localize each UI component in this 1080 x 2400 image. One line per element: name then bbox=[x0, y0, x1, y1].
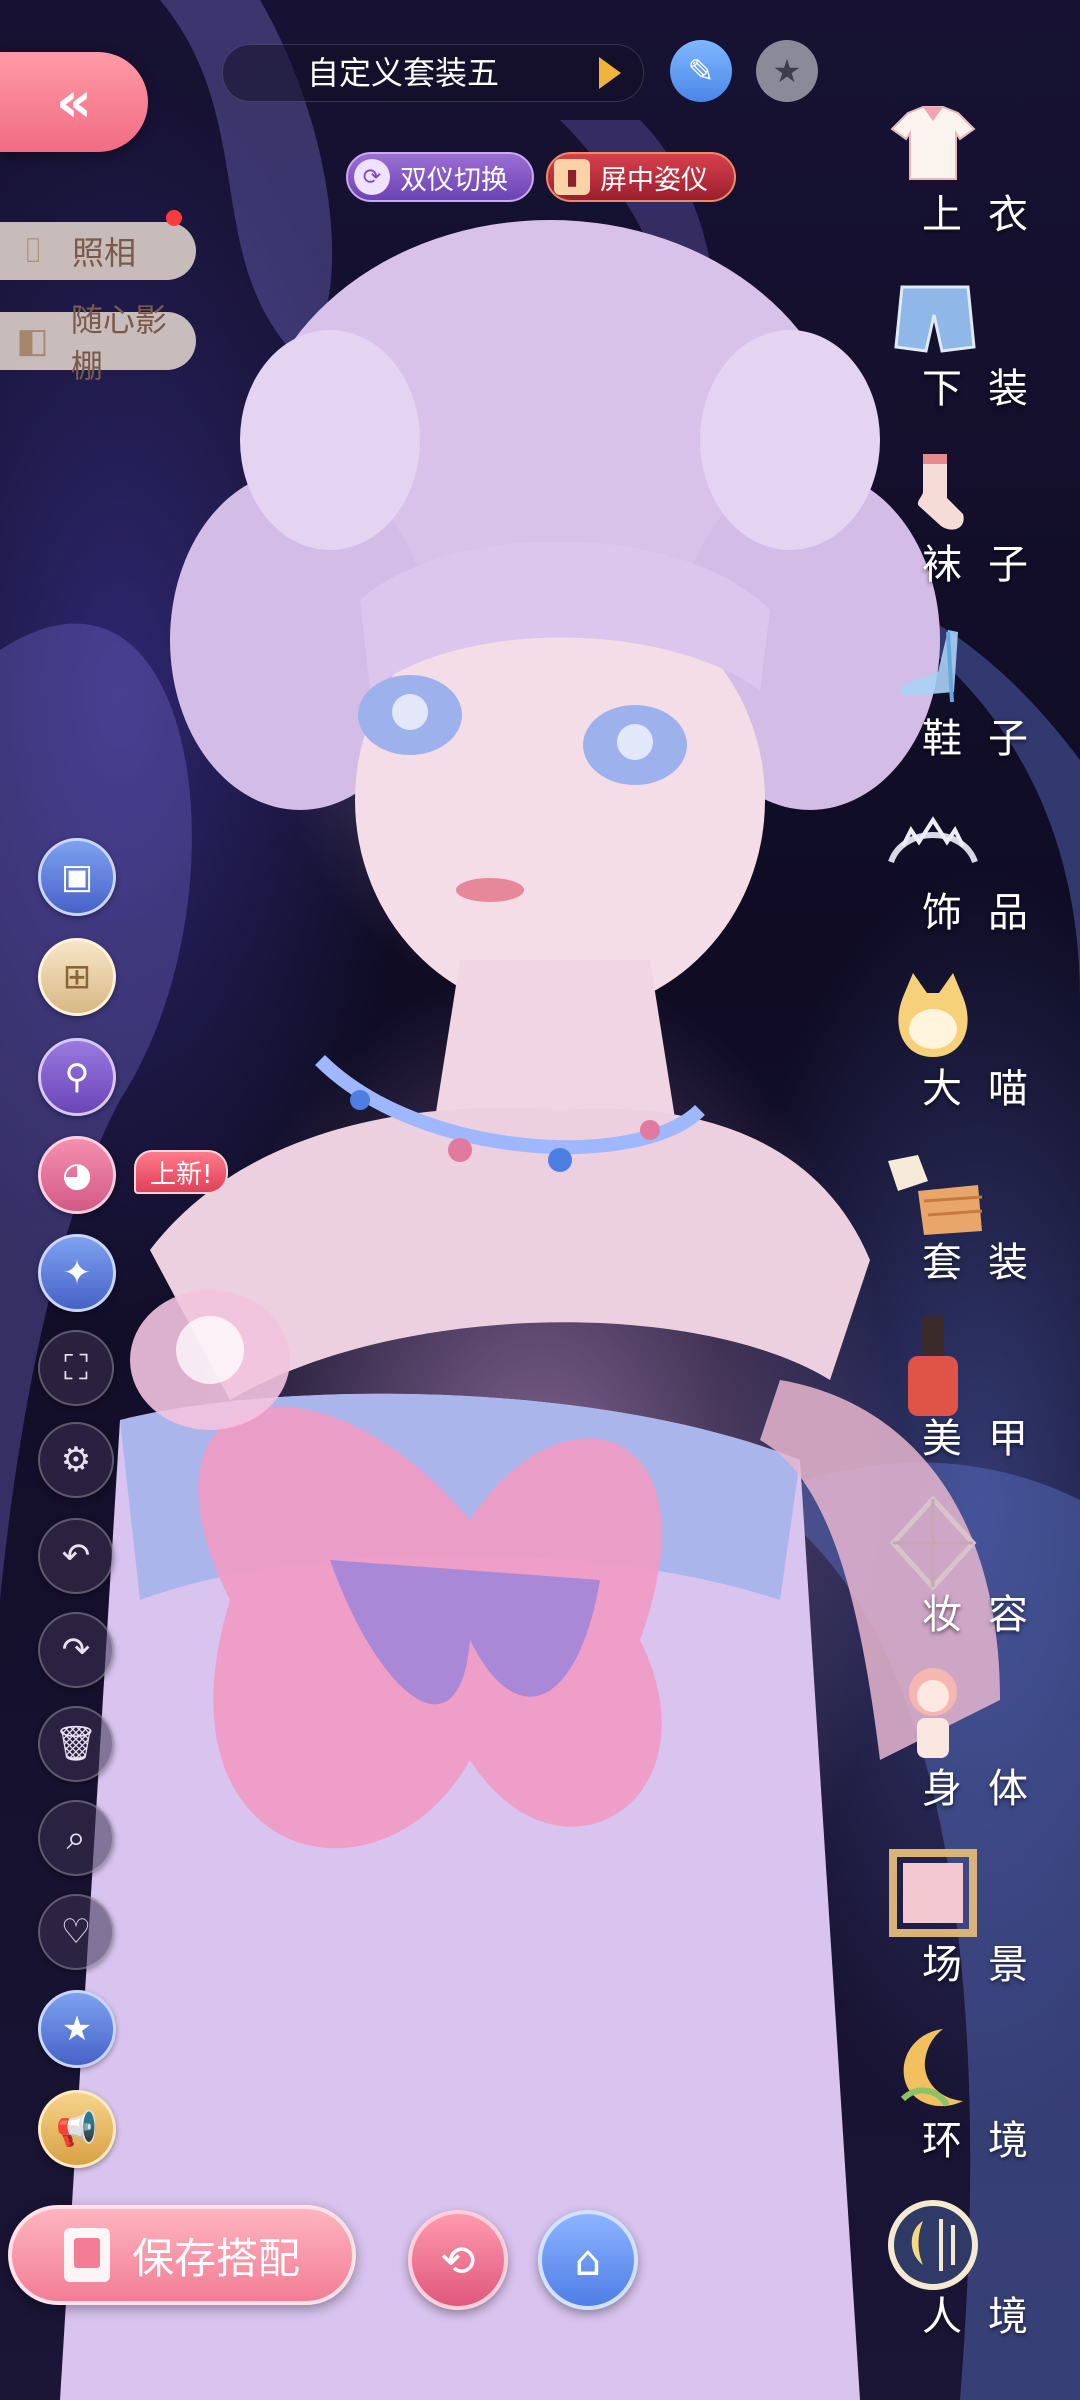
heart-icon: ♡ bbox=[60, 1912, 92, 1952]
palette-icon: ◕ bbox=[62, 1155, 92, 1195]
like-button[interactable]: ♡ bbox=[38, 1894, 114, 1970]
photo-label: 照相 bbox=[72, 234, 137, 272]
category-label: 鞋子 bbox=[922, 716, 1054, 762]
search-icon: ⌕ bbox=[66, 1818, 86, 1858]
category-label: 下装 bbox=[922, 366, 1054, 412]
layer-tool-button[interactable]: ⊞ bbox=[38, 938, 116, 1016]
category-outfit-sets[interactable]: 套装 bbox=[860, 1136, 1060, 1306]
category-label: 饰品 bbox=[922, 890, 1054, 936]
studio-button[interactable]: ◧ 随心影棚 bbox=[0, 301, 196, 385]
category-shoes[interactable]: 鞋子 bbox=[860, 612, 1060, 782]
inspect-tool-button[interactable]: ⚲ bbox=[38, 1038, 116, 1116]
magnifier-icon: ⚲ bbox=[64, 1057, 90, 1097]
double-chevron-left-icon: « bbox=[55, 69, 92, 135]
rotate-button[interactable]: ⟲ bbox=[408, 2210, 508, 2310]
save-icon bbox=[63, 2228, 110, 2282]
save-outfit-button[interactable]: 保存搭配 bbox=[8, 2205, 356, 2305]
category-body[interactable]: 身体 bbox=[860, 1662, 1060, 1832]
crop-tool-button[interactable]: ⛶ bbox=[38, 1330, 114, 1406]
star-badge-icon: ★ bbox=[61, 2009, 93, 2049]
category-label: 套装 bbox=[922, 1240, 1054, 1286]
crop-icon: ⛶ bbox=[64, 1348, 88, 1388]
camera-icon: ⌷ bbox=[22, 231, 44, 271]
outfit-name: 自定义套装五 bbox=[306, 54, 499, 92]
category-tops[interactable]: 上衣 bbox=[860, 88, 1060, 258]
closet-icon: ▣ bbox=[60, 857, 94, 897]
studio-label: 随心影棚 bbox=[70, 301, 167, 385]
category-label: 美甲 bbox=[922, 1416, 1054, 1462]
megaphone-icon: 📢 bbox=[55, 2109, 99, 2149]
undo-icon: ↶ bbox=[61, 1536, 91, 1576]
save-label: 保存搭配 bbox=[131, 2233, 300, 2283]
dress-frame-icon: ⌂ bbox=[574, 2235, 602, 2285]
dual-swap-button[interactable]: ⟳ 双仪切换 bbox=[346, 152, 534, 202]
sparkle-star-icon: ✦ bbox=[62, 1253, 92, 1293]
delete-button[interactable]: 🗑 bbox=[38, 1706, 114, 1782]
redo-button[interactable]: ↷ bbox=[38, 1612, 114, 1688]
undo-button[interactable]: ↶ bbox=[38, 1518, 114, 1594]
trash-icon: 🗑 bbox=[54, 1724, 98, 1764]
swap-icon: ⟳ bbox=[354, 159, 390, 195]
notification-dot bbox=[166, 210, 182, 226]
category-label: 大喵 bbox=[922, 1066, 1054, 1112]
book-icon: ▮ bbox=[554, 159, 590, 195]
settings-button[interactable]: ⚙ bbox=[38, 1422, 114, 1498]
box-icon: ◧ bbox=[16, 321, 49, 361]
category-label: 环境 bbox=[922, 2118, 1054, 2164]
palette-tool-button[interactable]: ◕ bbox=[38, 1136, 116, 1214]
outfit-selector[interactable]: 自定义套装五 bbox=[222, 44, 644, 102]
dual-swap-label: 双仪切换 bbox=[400, 164, 508, 196]
new-badge: 上新! bbox=[134, 1150, 229, 1194]
rotate-icon: ⟲ bbox=[440, 2235, 476, 2285]
category-label: 人境 bbox=[922, 2294, 1054, 2340]
category-portal[interactable]: 人境 bbox=[860, 2190, 1060, 2360]
category-nails[interactable]: 美甲 bbox=[860, 1312, 1060, 1482]
back-button[interactable]: « bbox=[0, 52, 148, 152]
collection-button[interactable]: ★ bbox=[38, 1990, 116, 2068]
redo-icon: ↷ bbox=[61, 1630, 91, 1670]
category-makeup[interactable]: 妆容 bbox=[860, 1488, 1060, 1658]
announcement-button[interactable]: 📢 bbox=[38, 2090, 116, 2168]
category-scene[interactable]: 场景 bbox=[860, 1838, 1060, 2008]
edit-outfit-button[interactable]: ✎ bbox=[670, 40, 732, 102]
gear-icon: ⚙ bbox=[60, 1440, 92, 1480]
star-icon: ★ bbox=[772, 52, 802, 90]
search-button[interactable]: ⌕ bbox=[38, 1800, 114, 1876]
pose-label: 屏中姿仪 bbox=[600, 164, 708, 196]
category-socks[interactable]: 袜子 bbox=[860, 438, 1060, 608]
outfit-view-button[interactable]: ⌂ bbox=[538, 2210, 638, 2310]
pose-button[interactable]: ▮ 屏中姿仪 bbox=[546, 152, 736, 202]
photo-button[interactable]: ⌷ 照相 bbox=[0, 222, 196, 280]
category-cat[interactable]: 大喵 bbox=[860, 962, 1060, 1132]
category-label: 上衣 bbox=[922, 192, 1054, 238]
pencil-icon: ✎ bbox=[687, 52, 715, 90]
effects-tool-button[interactable]: ✦ bbox=[38, 1234, 116, 1312]
category-label: 场景 bbox=[922, 1942, 1054, 1988]
favorite-outfit-button[interactable]: ★ bbox=[756, 40, 818, 102]
category-bottoms[interactable]: 下装 bbox=[860, 262, 1060, 432]
category-label: 袜子 bbox=[922, 542, 1054, 588]
wardrobe-tool-button[interactable]: ▣ bbox=[38, 838, 116, 916]
layers-plus-icon: ⊞ bbox=[62, 957, 92, 997]
category-environment[interactable]: 环境 bbox=[860, 2014, 1060, 2184]
chevron-right-icon[interactable] bbox=[599, 57, 621, 89]
category-label: 妆容 bbox=[922, 1592, 1054, 1638]
category-label: 身体 bbox=[922, 1766, 1054, 1812]
category-accessories[interactable]: 饰品 bbox=[860, 786, 1060, 956]
